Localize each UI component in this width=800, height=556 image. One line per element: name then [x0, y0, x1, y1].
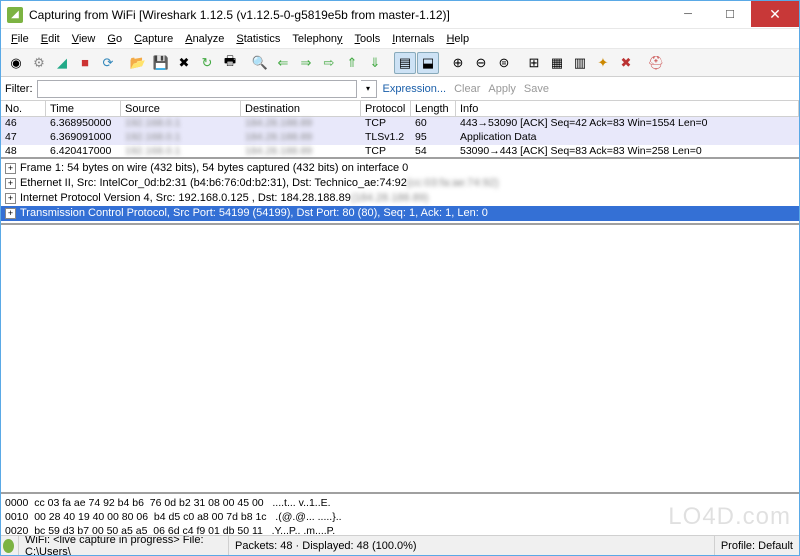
menu-capture[interactable]: Capture	[128, 31, 179, 47]
status-capture-file: WiFi: <live capture in progress> File: C…	[19, 536, 229, 555]
app-icon: ◢	[7, 7, 23, 23]
menu-help[interactable]: Help	[440, 31, 475, 47]
stop-capture-icon[interactable]: ■	[74, 52, 96, 74]
open-icon[interactable]: 📂	[127, 52, 149, 74]
filter-bar: Filter: ▾ Expression... Clear Apply Save	[1, 77, 799, 101]
last-icon[interactable]: ⇓	[364, 52, 386, 74]
help-icon[interactable]: ⛑	[645, 52, 667, 74]
menu-view[interactable]: View	[66, 31, 102, 47]
menu-tools[interactable]: Tools	[349, 31, 387, 47]
forward-icon[interactable]: ⇒	[295, 52, 317, 74]
tree-item-tcp[interactable]: +Transmission Control Protocol, Src Port…	[1, 206, 799, 221]
first-icon[interactable]: ⇑	[341, 52, 363, 74]
tree-empty-area	[1, 225, 799, 494]
expert-info-icon[interactable]	[3, 539, 14, 553]
colorize-icon[interactable]: ▤	[394, 52, 416, 74]
tree-item-frame[interactable]: +Frame 1: 54 bytes on wire (432 bits), 5…	[1, 161, 799, 176]
tree-item-ethernet[interactable]: +Ethernet II, Src: IntelCor_0d:b2:31 (b4…	[1, 176, 799, 191]
col-info[interactable]: Info	[456, 101, 799, 116]
watermark: LO4D.com	[668, 503, 791, 531]
window-title: Capturing from WiFi [Wireshark 1.12.5 (v…	[29, 8, 667, 22]
save-icon[interactable]: 💾	[150, 52, 172, 74]
title-bar: ◢ Capturing from WiFi [Wireshark 1.12.5 …	[1, 1, 799, 29]
col-source[interactable]: Source	[121, 101, 241, 116]
zoom-in-icon[interactable]: ⊕	[447, 52, 469, 74]
menu-telephony[interactable]: Telephony	[286, 31, 348, 47]
zoom-out-icon[interactable]: ⊖	[470, 52, 492, 74]
window-controls: ─ ☐ ✕	[667, 1, 799, 28]
expression-button[interactable]: Expression...	[381, 83, 449, 95]
apply-button[interactable]: Apply	[486, 83, 518, 95]
menu-bar: File Edit View Go Capture Analyze Statis…	[1, 29, 799, 49]
menu-statistics[interactable]: Statistics	[230, 31, 286, 47]
expand-icon[interactable]: +	[5, 193, 16, 204]
table-row[interactable]: 48 6.420417000 192.168.0.1 184.28.188.89…	[1, 145, 799, 159]
display-filters-icon[interactable]: ▥	[569, 52, 591, 74]
packet-list[interactable]: No. Time Source Destination Protocol Len…	[1, 101, 799, 159]
print-icon[interactable]: 🖶	[219, 52, 241, 74]
status-profile[interactable]: Profile: Default	[715, 536, 799, 555]
close-file-icon[interactable]: ✖	[173, 52, 195, 74]
col-no[interactable]: No.	[1, 101, 46, 116]
preferences-icon[interactable]: ✖	[615, 52, 637, 74]
packet-details-tree[interactable]: +Frame 1: 54 bytes on wire (432 bits), 5…	[1, 159, 799, 225]
close-button[interactable]: ✕	[751, 1, 799, 27]
menu-internals[interactable]: Internals	[386, 31, 440, 47]
col-destination[interactable]: Destination	[241, 101, 361, 116]
autoscroll-icon[interactable]: ⬓	[417, 52, 439, 74]
expand-icon[interactable]: +	[5, 163, 16, 174]
resize-columns-icon[interactable]: ⊞	[523, 52, 545, 74]
coloring-rules-icon[interactable]: ✦	[592, 52, 614, 74]
back-icon[interactable]: ⇐	[272, 52, 294, 74]
filter-label: Filter:	[5, 83, 33, 95]
menu-go[interactable]: Go	[101, 31, 128, 47]
menu-analyze[interactable]: Analyze	[179, 31, 230, 47]
menu-file[interactable]: File	[5, 31, 35, 47]
table-row[interactable]: 46 6.368950000 192.168.0.1 184.28.188.89…	[1, 117, 799, 131]
col-length[interactable]: Length	[411, 101, 456, 116]
capture-filters-icon[interactable]: ▦	[546, 52, 568, 74]
col-protocol[interactable]: Protocol	[361, 101, 411, 116]
table-row[interactable]: 47 6.369091000 192.168.0.1 184.28.188.89…	[1, 131, 799, 145]
expand-icon[interactable]: +	[5, 208, 16, 219]
expand-icon[interactable]: +	[5, 178, 16, 189]
clear-button[interactable]: Clear	[452, 83, 482, 95]
filter-input[interactable]	[37, 80, 357, 98]
reload-icon[interactable]: ↻	[196, 52, 218, 74]
restart-capture-icon[interactable]: ⟳	[97, 52, 119, 74]
minimize-button[interactable]: ─	[667, 1, 709, 27]
col-time[interactable]: Time	[46, 101, 121, 116]
find-icon[interactable]: 🔍	[249, 52, 271, 74]
goto-icon[interactable]: ⇨	[318, 52, 340, 74]
maximize-button[interactable]: ☐	[709, 1, 751, 27]
toolbar: ◉ ⚙ ◢ ■ ⟳ 📂 💾 ✖ ↻ 🖶 🔍 ⇐ ⇒ ⇨ ⇑ ⇓ ▤ ⬓ ⊕ ⊖ …	[1, 49, 799, 77]
options-icon[interactable]: ⚙	[28, 52, 50, 74]
filter-dropdown-icon[interactable]: ▾	[361, 80, 377, 98]
status-packets: Packets: 48 · Displayed: 48 (100.0%)	[229, 536, 715, 555]
interfaces-icon[interactable]: ◉	[5, 52, 27, 74]
packet-list-header: No. Time Source Destination Protocol Len…	[1, 101, 799, 117]
status-bar: WiFi: <live capture in progress> File: C…	[1, 535, 799, 555]
tree-item-ip[interactable]: +Internet Protocol Version 4, Src: 192.1…	[1, 191, 799, 206]
start-capture-icon[interactable]: ◢	[51, 52, 73, 74]
menu-edit[interactable]: Edit	[35, 31, 66, 47]
save-button[interactable]: Save	[522, 83, 551, 95]
zoom-reset-icon[interactable]: ⊜	[493, 52, 515, 74]
